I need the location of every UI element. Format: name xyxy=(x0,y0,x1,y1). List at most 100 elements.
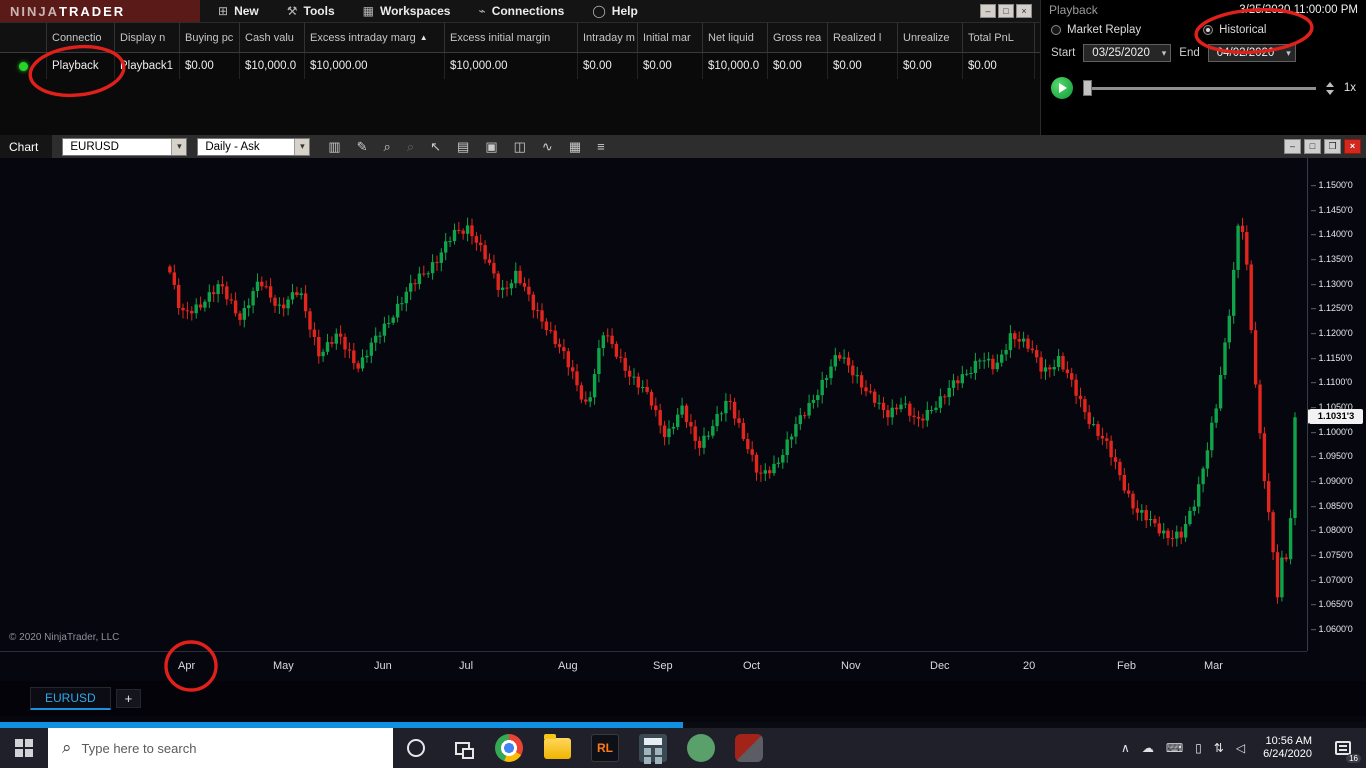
column-header-cash-valu[interactable]: Cash valu xyxy=(240,23,305,52)
time-axis-label-oct: Oct xyxy=(743,660,761,672)
calculator-icon xyxy=(639,734,667,762)
column-header-label: Intraday m xyxy=(583,31,635,44)
column-header-unrealize[interactable]: Unrealize xyxy=(898,23,963,52)
grid-icon[interactable]: ▦ xyxy=(569,140,581,153)
column-header-realized-l[interactable]: Realized l xyxy=(828,23,898,52)
copyright-text: © 2020 NinjaTrader, LLC xyxy=(9,632,120,643)
column-header-label: Initial mar xyxy=(643,31,691,44)
accounts-table-row[interactable]: Playback Playback1 $0.00 $10,000.0 $10,000.0… xyxy=(0,53,1040,79)
bar-type-icon[interactable]: ▥ xyxy=(328,140,340,153)
column-header-connectio[interactable]: Connectio xyxy=(47,23,115,52)
end-date-select[interactable]: 04/02/2020 xyxy=(1207,44,1296,62)
battery-icon[interactable]: ▯ xyxy=(1195,742,1202,754)
column-header-net-liquid[interactable]: Net liquid xyxy=(703,23,768,52)
instrument-select[interactable]: EURUSD xyxy=(62,137,188,156)
speed-stepper[interactable] xyxy=(1325,81,1334,95)
taskbar-app-chrome[interactable] xyxy=(485,728,533,768)
chart-minimize-button[interactable]: – xyxy=(1284,139,1301,154)
cortana-icon xyxy=(407,739,425,757)
play-button[interactable] xyxy=(1051,77,1073,99)
playback-position-slider[interactable] xyxy=(1083,79,1316,97)
window-controls: – □ × xyxy=(972,0,1040,22)
cloud-icon[interactable]: ☁ xyxy=(1142,742,1154,754)
connection-status-cell xyxy=(0,53,47,79)
column-header-gross-rea[interactable]: Gross rea xyxy=(768,23,828,52)
time-axis-label-mar: Mar xyxy=(1204,660,1223,672)
period-value: Daily - Ask xyxy=(205,140,260,153)
zoom-in-icon[interactable]: ⌕ xyxy=(384,140,391,153)
taskbar-app-calculator[interactable] xyxy=(629,728,677,768)
taskbar-app-ninjatrader[interactable] xyxy=(725,728,773,768)
candlestick-chart xyxy=(168,217,1297,604)
action-center-button[interactable]: 16 xyxy=(1320,728,1366,768)
time-axis-label-aug: Aug xyxy=(558,660,578,672)
slider-thumb[interactable] xyxy=(1083,80,1092,96)
start-date-select[interactable]: 03/25/2020 xyxy=(1083,44,1172,62)
time-axis-label-jun: Jun xyxy=(374,660,392,672)
volume-icon[interactable]: ◁ xyxy=(1236,742,1245,754)
column-header-initial-mar[interactable]: Initial mar xyxy=(638,23,703,52)
column-header-excess-intraday-marg[interactable]: Excess intraday marg ▲ xyxy=(305,23,445,52)
file-explorer-icon xyxy=(543,733,571,759)
price-axis-label: 1.1250'0 xyxy=(1311,303,1353,313)
cursor-icon[interactable]: ↖ xyxy=(430,140,441,153)
chart-trader-icon[interactable]: ▣ xyxy=(485,140,497,153)
period-select[interactable]: Daily - Ask xyxy=(197,137,311,156)
stepper-down-icon[interactable] xyxy=(1325,89,1334,95)
taskbar-clock[interactable]: 10:56 AM 6/24/2020 xyxy=(1255,728,1320,768)
chrome-icon xyxy=(495,734,523,762)
chart-close-button[interactable]: × xyxy=(1344,139,1361,154)
taskbar-app-rl-app[interactable]: RL xyxy=(581,728,629,768)
chevron-down-icon xyxy=(294,138,310,155)
cell-buying-pc: $0.00 xyxy=(180,53,240,79)
indicators-icon[interactable]: ∿ xyxy=(542,140,553,153)
taskbar-app-file-explorer[interactable] xyxy=(533,728,581,768)
drawing-tools-icon[interactable]: ✎ xyxy=(357,140,368,153)
chart-restore-button[interactable]: □ xyxy=(1304,139,1321,154)
menu-tools[interactable]: ⚒ Tools xyxy=(287,4,335,18)
start-button[interactable] xyxy=(0,728,48,768)
cortana-button[interactable] xyxy=(393,728,439,768)
add-tab-button[interactable]: + xyxy=(115,689,142,708)
historical-radio[interactable]: Historical xyxy=(1203,24,1266,36)
market-replay-radio[interactable]: Market Replay xyxy=(1051,24,1141,36)
time-axis-label-apr: Apr xyxy=(178,660,196,672)
chevron-up-icon[interactable]: ∧ xyxy=(1121,742,1130,754)
column-header-total-pnl[interactable]: Total PnL xyxy=(963,23,1035,52)
stepper-up-icon[interactable] xyxy=(1325,81,1334,87)
column-header-display-n[interactable]: Display n xyxy=(115,23,180,52)
ninjatrader-desktop: NINJA TRADER ⊞ New ⚒ Tools ▦ Workspaces ⌁… xyxy=(0,0,1366,768)
task-view-button[interactable] xyxy=(439,728,485,768)
column-header-label: Total PnL xyxy=(968,31,1014,44)
chart-maximize-button[interactable]: ❒ xyxy=(1324,139,1341,154)
menu-help[interactable]: ◯ Help xyxy=(592,4,637,18)
menu-help-label: Help xyxy=(611,4,638,18)
column-header-buying-pc[interactable]: Buying pc xyxy=(180,23,240,52)
chart-plot-area[interactable]: © 2020 NinjaTrader, LLC xyxy=(0,158,1307,651)
time-axis-label-may: May xyxy=(273,660,294,672)
column-header-excess-initial-margin[interactable]: Excess initial margin xyxy=(445,23,578,52)
taskbar: Type here to search RL ∧ ☁ ⌨ ▯ ⇅ ◁ 10:56 AM 6… xyxy=(0,728,1366,768)
menu-workspaces[interactable]: ▦ Workspaces xyxy=(363,4,451,18)
plug-icon: ⌁ xyxy=(478,4,486,18)
zoom-out-icon[interactable]: ⌕ xyxy=(407,140,414,153)
data-box-icon[interactable]: ≡ xyxy=(597,140,605,153)
taskbar-app-green-app[interactable] xyxy=(677,728,725,768)
minimize-button[interactable]: – xyxy=(980,4,996,18)
keyboard-icon[interactable]: ⌨ xyxy=(1166,742,1183,754)
menu-connections[interactable]: ⌁ Connections xyxy=(478,4,564,18)
menu-new[interactable]: ⊞ New xyxy=(218,4,259,18)
taskbar-search[interactable]: Type here to search xyxy=(48,728,393,768)
close-button[interactable]: × xyxy=(1016,4,1032,18)
tab-eurusd[interactable]: EURUSD xyxy=(30,687,111,710)
maximize-button[interactable]: □ xyxy=(998,4,1014,18)
time-axis[interactable]: Apr May Jun Jul Aug Sep Oct Nov Dec 20 Feb Mar xyxy=(0,651,1307,681)
chart-tab-strip: EURUSD + xyxy=(0,681,1366,716)
column-header-intraday-m[interactable]: Intraday m xyxy=(578,23,638,52)
network-icon[interactable]: ⇅ xyxy=(1214,742,1224,754)
chart-window: Chart EURUSD Daily - Ask ▥ ✎ ⌕ ⌕ ↖ ▤ ▣ ◫ ∿ ▦ ≡ – □… xyxy=(0,135,1366,722)
price-axis[interactable]: 1.1031'3 1.1500'0 1.1450'0 1.1400'0 1.1350'… xyxy=(1307,158,1366,651)
data-series-icon[interactable]: ◫ xyxy=(514,140,526,153)
play-icon xyxy=(1059,83,1067,93)
report-icon[interactable]: ▤ xyxy=(457,140,469,153)
